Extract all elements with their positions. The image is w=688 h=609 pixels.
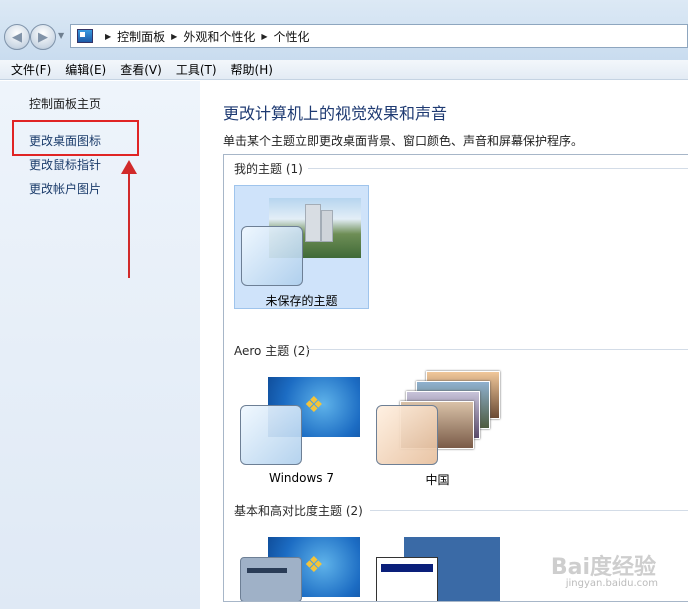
- divider: [370, 510, 688, 511]
- highlight-box: [12, 120, 139, 156]
- divider: [308, 349, 688, 350]
- group-header-aero: Aero 主题 (2): [234, 344, 311, 358]
- page-description: 单击某个主题立即更改桌面背景、窗口颜色、声音和屏幕保护程序。: [223, 134, 584, 148]
- forward-button[interactable]: ▶: [30, 24, 56, 50]
- theme-china[interactable]: 中国: [370, 365, 505, 489]
- menu-bar: 文件(F) 编辑(E) 查看(V) 工具(T) 帮助(H): [0, 60, 688, 80]
- theme-label: Windows 7: [268, 471, 334, 485]
- annotation-arrow-line: [128, 168, 130, 278]
- menu-view[interactable]: 查看(V): [113, 61, 169, 78]
- change-account-picture-link[interactable]: 更改帐户图片: [29, 180, 101, 197]
- title-bar: ◀ ▶ ▼ ▶ 控制面板 ▶ 外观和个性化 ▶ 个性化: [0, 0, 688, 60]
- page-title: 更改计算机上的视觉效果和声音: [223, 104, 448, 123]
- menu-file[interactable]: 文件(F): [4, 61, 58, 78]
- breadcrumb-appearance[interactable]: 外观和个性化: [183, 28, 255, 45]
- control-panel-icon: [77, 29, 93, 43]
- window-color-preview: [376, 557, 438, 601]
- window-color-preview: [240, 557, 302, 601]
- chevron-right-icon[interactable]: ▶: [105, 32, 111, 41]
- watermark-url: jingyan.baidu.com: [565, 578, 658, 589]
- chevron-right-icon[interactable]: ▶: [171, 32, 177, 41]
- theme-unsaved[interactable]: 未保存的主题: [234, 185, 369, 309]
- forward-arrow-icon: ▶: [38, 29, 48, 45]
- theme-high-contrast[interactable]: [370, 525, 505, 601]
- group-header-my-themes: 我的主题 (1): [234, 162, 303, 176]
- watermark-logo: Bai度经验: [550, 555, 656, 580]
- chevron-right-icon[interactable]: ▶: [261, 32, 267, 41]
- theme-windows7[interactable]: Windows 7: [234, 365, 369, 489]
- group-header-basic: 基本和高对比度主题 (2): [234, 504, 363, 518]
- theme-list[interactable]: 我的主题 (1) 未保存的主题 Aero 主题 (2) Windows 7 中国…: [223, 154, 688, 602]
- breadcrumb-control-panel[interactable]: 控制面板: [117, 28, 165, 45]
- window-color-preview: [376, 405, 438, 465]
- theme-label: 中国: [425, 473, 450, 487]
- menu-help[interactable]: 帮助(H): [224, 61, 280, 78]
- window-color-preview: [241, 226, 303, 286]
- back-arrow-icon: ◀: [12, 29, 22, 45]
- recent-pages-dropdown-icon[interactable]: ▼: [58, 31, 64, 40]
- theme-label: 未保存的主题: [265, 294, 338, 308]
- task-pane: 控制面板主页 更改桌面图标 更改鼠标指针 更改帐户图片: [0, 81, 200, 609]
- theme-windows7-basic[interactable]: [234, 525, 369, 601]
- menu-edit[interactable]: 编辑(E): [58, 61, 113, 78]
- menu-tools[interactable]: 工具(T): [169, 61, 224, 78]
- divider: [308, 168, 688, 169]
- window-color-preview: [240, 405, 302, 465]
- back-button[interactable]: ◀: [4, 24, 30, 50]
- breadcrumb-personalization[interactable]: 个性化: [274, 28, 310, 45]
- change-mouse-pointers-link[interactable]: 更改鼠标指针: [29, 156, 101, 173]
- control-panel-home-link[interactable]: 控制面板主页: [29, 95, 101, 112]
- address-bar[interactable]: ▶ 控制面板 ▶ 外观和个性化 ▶ 个性化: [70, 24, 688, 48]
